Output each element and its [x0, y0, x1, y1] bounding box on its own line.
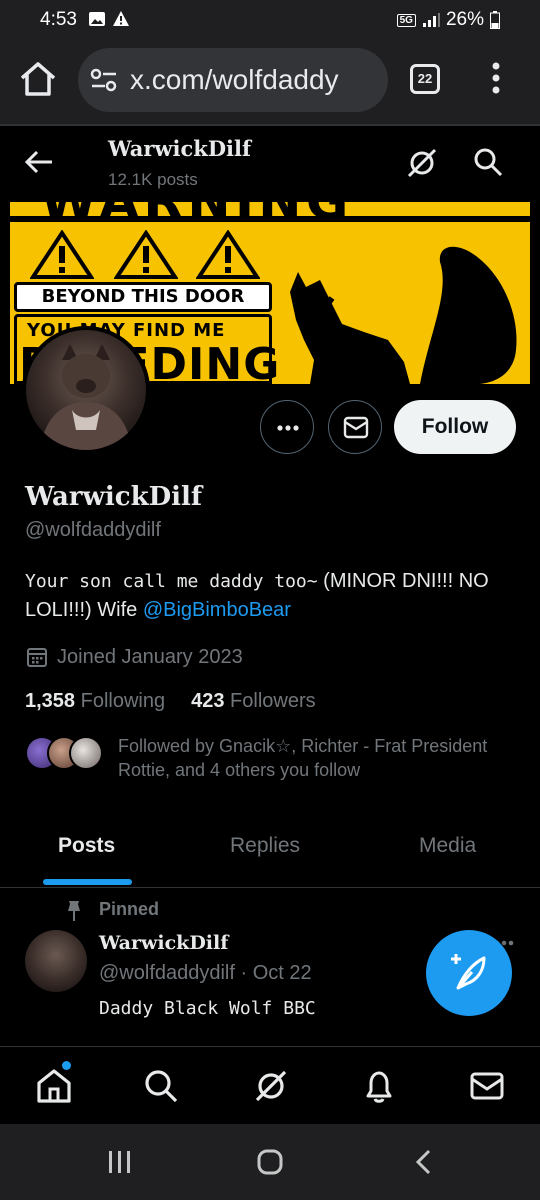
bottom-navigation	[0, 1046, 540, 1124]
browser-home-button[interactable]	[18, 60, 58, 103]
tab-switcher-button[interactable]: 22	[410, 64, 440, 94]
recents-icon	[109, 1151, 130, 1173]
search-icon	[145, 1070, 178, 1103]
envelope-icon	[343, 416, 369, 439]
back-button[interactable]	[24, 148, 54, 181]
notification-dot	[62, 1061, 71, 1070]
warning-triangle-icon	[30, 230, 94, 279]
status-notification-icons	[88, 10, 130, 28]
profile-header: WarwickDilf 12.1K posts	[0, 126, 540, 202]
signal-icon	[422, 13, 440, 27]
more-vertical-icon	[492, 62, 500, 94]
status-bar: 4:53 5G 26%	[0, 0, 540, 40]
browser-menu-button[interactable]	[492, 60, 500, 101]
tab-replies[interactable]: Replies	[230, 834, 300, 858]
follower-avatar	[69, 736, 103, 770]
notifications-icon	[366, 1071, 392, 1103]
messages-icon	[470, 1072, 504, 1100]
search-icon	[474, 148, 503, 177]
warning-triangle-icon	[114, 230, 178, 279]
warning-icon	[113, 11, 129, 26]
active-tab-indicator	[43, 879, 132, 885]
site-settings-icon[interactable]	[90, 68, 118, 92]
android-back-button[interactable]	[410, 1148, 438, 1181]
browser-toolbar: x.com/wolfdaddy 22	[0, 40, 540, 126]
follow-button[interactable]: Follow	[394, 400, 516, 454]
warning-triangle-icon	[196, 230, 260, 279]
nav-search[interactable]	[142, 1067, 180, 1110]
more-options-button[interactable]	[260, 400, 314, 454]
battery-percent: 26%	[445, 9, 484, 30]
recent-apps-button[interactable]	[106, 1148, 134, 1181]
pin-icon	[68, 901, 80, 921]
followed-by-text[interactable]: Followed by Gnacik☆, Richter - Frat Pres…	[118, 734, 518, 782]
following-count: 1,358	[25, 690, 76, 712]
status-time: 4:53	[40, 9, 77, 30]
followers-label: Followers	[230, 690, 316, 712]
profile-handle: @wolfdaddydilf	[25, 519, 161, 541]
nav-messages[interactable]	[468, 1067, 506, 1110]
home-circle-icon	[257, 1149, 283, 1175]
followers-count: 423	[191, 690, 225, 712]
chevron-left-icon	[415, 1149, 431, 1175]
url-bar[interactable]: x.com/wolfdaddy	[78, 48, 388, 112]
post-meta: @wolfdaddydilf · Oct 22	[99, 962, 312, 984]
tab-posts[interactable]: Posts	[58, 834, 115, 858]
calendar-icon	[27, 648, 47, 667]
banner-door-sign: BEYOND THIS DOOR	[14, 282, 272, 312]
search-button[interactable]	[472, 146, 504, 183]
grok-icon	[407, 148, 437, 178]
tab-media[interactable]: Media	[419, 834, 476, 858]
compose-post-button[interactable]	[426, 930, 512, 1016]
profile-display-name: WarwickDilf	[25, 482, 203, 512]
nav-home[interactable]	[34, 1067, 74, 1110]
home-outline-icon	[20, 62, 56, 96]
bio-text-mono: Your son call me daddy too~	[25, 571, 318, 592]
arrow-left-icon	[24, 150, 52, 174]
grok-button[interactable]	[405, 146, 439, 185]
post-avatar[interactable]	[25, 930, 87, 992]
follow-counts: 1,358 Following 423 Followers	[25, 690, 316, 713]
post-author-name[interactable]: WarwickDilf	[99, 932, 228, 954]
nav-grok[interactable]	[252, 1067, 290, 1110]
message-button[interactable]	[328, 400, 382, 454]
followed-by-avatars[interactable]	[25, 736, 105, 772]
compose-feather-icon	[451, 954, 486, 990]
joined-date: Joined January 2023	[25, 645, 243, 669]
joined-text: Joined January 2023	[57, 645, 243, 668]
url-text: x.com/wolfdaddy	[130, 64, 339, 95]
wolf-silhouette-icon	[290, 246, 517, 384]
android-navigation-bar	[0, 1124, 540, 1200]
followers-link[interactable]: 423 Followers	[191, 690, 316, 712]
bio-mention-link[interactable]: @BigBimboBear	[143, 599, 291, 621]
header-title: WarwickDilf	[108, 136, 252, 161]
status-right: 5G 26%	[396, 9, 500, 31]
gallery-icon	[89, 12, 105, 26]
pinned-label: Pinned	[99, 899, 160, 919]
post-text: Daddy Black Wolf BBC	[99, 998, 316, 1019]
battery-icon	[490, 11, 500, 29]
profile-avatar[interactable]	[22, 326, 150, 454]
home-icon	[37, 1069, 71, 1103]
profile-bio: Your son call me daddy too~ (MINOR DNI!!…	[25, 567, 525, 624]
following-link[interactable]: 1,358 Following	[25, 690, 165, 712]
banner-stripe	[10, 216, 530, 222]
nav-notifications[interactable]	[360, 1067, 398, 1110]
header-posts-count: 12.1K posts	[108, 170, 198, 189]
wolf-avatar-image	[40, 344, 132, 450]
grok-icon	[255, 1070, 287, 1102]
android-home-button[interactable]	[256, 1148, 284, 1181]
following-label: Following	[80, 690, 166, 712]
network-badge: 5G	[396, 13, 416, 27]
profile-tabs: Posts Replies Media	[0, 812, 540, 888]
more-horizontal-icon	[277, 425, 299, 431]
